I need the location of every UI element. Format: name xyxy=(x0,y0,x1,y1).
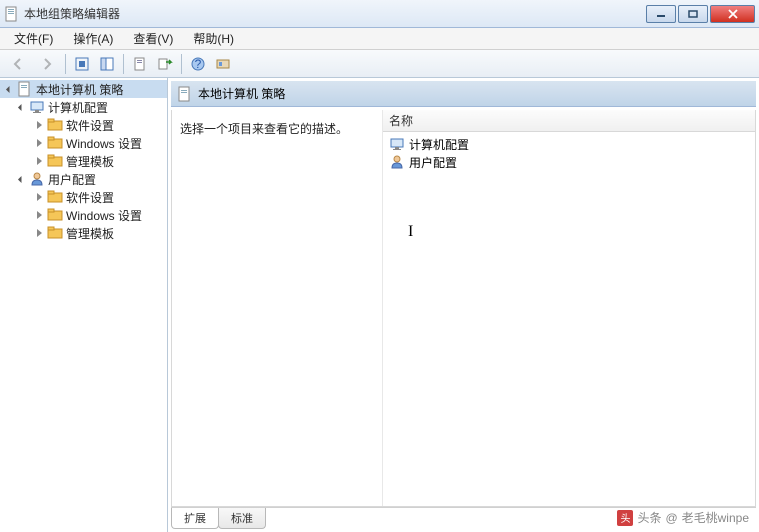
tab-extended[interactable]: 扩展 xyxy=(171,508,219,529)
show-hide-tree-button[interactable] xyxy=(95,53,119,75)
tree-label: 管理模板 xyxy=(66,225,114,242)
filter-button[interactable] xyxy=(211,53,235,75)
properties-button[interactable] xyxy=(128,53,152,75)
expander-icon[interactable] xyxy=(16,174,27,185)
tree-label: 计算机配置 xyxy=(48,99,108,116)
menu-view[interactable]: 查看(V) xyxy=(123,27,183,50)
tree-label: Windows 设置 xyxy=(66,207,142,224)
minimize-button[interactable] xyxy=(646,5,676,23)
list-item-label: 计算机配置 xyxy=(409,136,469,153)
menubar: 文件(F) 操作(A) 查看(V) 帮助(H) xyxy=(0,28,759,50)
toolbar: ? xyxy=(0,50,759,78)
user-icon xyxy=(29,171,45,187)
tree-software-settings[interactable]: 软件设置 xyxy=(0,116,167,134)
computer-icon xyxy=(389,136,405,152)
tree-user-config[interactable]: 用户配置 xyxy=(0,170,167,188)
titlebar: 本地组策略编辑器 xyxy=(0,0,759,28)
list-item-label: 用户配置 xyxy=(409,154,457,171)
list-item-user[interactable]: 用户配置 xyxy=(383,153,755,171)
column-header-name[interactable]: 名称 xyxy=(383,110,755,132)
content-header: 本地计算机 策略 xyxy=(171,81,756,107)
tree-admin-templates[interactable]: 管理模板 xyxy=(0,224,167,242)
watermark-author: 老毛桃winpe xyxy=(682,509,749,526)
description-text: 选择一个项目来查看它的描述。 xyxy=(180,122,348,136)
watermark-at: @ xyxy=(665,511,677,525)
svg-text:?: ? xyxy=(195,57,202,71)
tree-windows-settings[interactable]: Windows 设置 xyxy=(0,206,167,224)
expander-icon[interactable] xyxy=(34,210,45,221)
tree-admin-templates[interactable]: 管理模板 xyxy=(0,152,167,170)
watermark: 头 头条 @ 老毛桃winpe xyxy=(617,509,749,526)
toolbar-divider xyxy=(181,54,182,74)
content-header-title: 本地计算机 策略 xyxy=(198,85,285,102)
menu-file[interactable]: 文件(F) xyxy=(4,27,63,50)
close-button[interactable] xyxy=(710,5,755,23)
expander-icon[interactable] xyxy=(34,156,45,167)
help-button[interactable]: ? xyxy=(186,53,210,75)
watermark-prefix: 头条 xyxy=(637,509,661,526)
export-button[interactable] xyxy=(153,53,177,75)
list-item-computer[interactable]: 计算机配置 xyxy=(383,135,755,153)
tree-label: 软件设置 xyxy=(66,117,114,134)
user-icon xyxy=(389,154,405,170)
folder-icon xyxy=(47,135,63,151)
tree-label: Windows 设置 xyxy=(66,135,142,152)
list-body: 计算机配置 用户配置 xyxy=(383,132,755,174)
list-column: 名称 计算机配置 用户配置 xyxy=(382,110,755,506)
folder-icon xyxy=(47,189,63,205)
folder-icon xyxy=(47,207,63,223)
toolbar-divider xyxy=(65,54,66,74)
toolbar-divider xyxy=(123,54,124,74)
tree-panel[interactable]: 本地计算机 策略 计算机配置 软件设置 Windows 设置 管理模板 用户配置 xyxy=(0,78,168,532)
main-area: 本地计算机 策略 计算机配置 软件设置 Windows 设置 管理模板 用户配置 xyxy=(0,78,759,532)
policy-icon xyxy=(177,86,193,102)
window-controls xyxy=(646,5,755,23)
policy-icon xyxy=(17,81,33,97)
expander-icon[interactable] xyxy=(34,138,45,149)
tab-standard[interactable]: 标准 xyxy=(218,508,266,529)
expander-icon[interactable] xyxy=(4,84,15,95)
expander-icon[interactable] xyxy=(34,192,45,203)
expander-icon[interactable] xyxy=(16,102,27,113)
expander-icon[interactable] xyxy=(34,228,45,239)
app-icon xyxy=(4,6,20,22)
tree-label: 本地计算机 策略 xyxy=(36,81,123,98)
folder-icon xyxy=(47,117,63,133)
back-button xyxy=(4,53,32,75)
description-column: 选择一个项目来查看它的描述。 xyxy=(172,110,382,506)
window-title: 本地组策略编辑器 xyxy=(24,5,646,22)
tree-computer-config[interactable]: 计算机配置 xyxy=(0,98,167,116)
expander-icon[interactable] xyxy=(34,120,45,131)
tree-label: 软件设置 xyxy=(66,189,114,206)
tree-windows-settings[interactable]: Windows 设置 xyxy=(0,134,167,152)
menu-help[interactable]: 帮助(H) xyxy=(183,27,244,50)
tree-root[interactable]: 本地计算机 策略 xyxy=(0,80,167,98)
folder-icon xyxy=(47,225,63,241)
menu-action[interactable]: 操作(A) xyxy=(63,27,123,50)
folder-icon xyxy=(47,153,63,169)
computer-icon xyxy=(29,99,45,115)
tree-label: 管理模板 xyxy=(66,153,114,170)
tree-software-settings[interactable]: 软件设置 xyxy=(0,188,167,206)
tree-label: 用户配置 xyxy=(48,171,96,188)
forward-button xyxy=(33,53,61,75)
watermark-icon: 头 xyxy=(617,510,633,526)
maximize-button[interactable] xyxy=(678,5,708,23)
content-body: 选择一个项目来查看它的描述。 名称 计算机配置 用户配置 I xyxy=(171,110,756,507)
content-panel: 本地计算机 策略 选择一个项目来查看它的描述。 名称 计算机配置 用户配置 xyxy=(168,78,759,532)
up-button[interactable] xyxy=(70,53,94,75)
